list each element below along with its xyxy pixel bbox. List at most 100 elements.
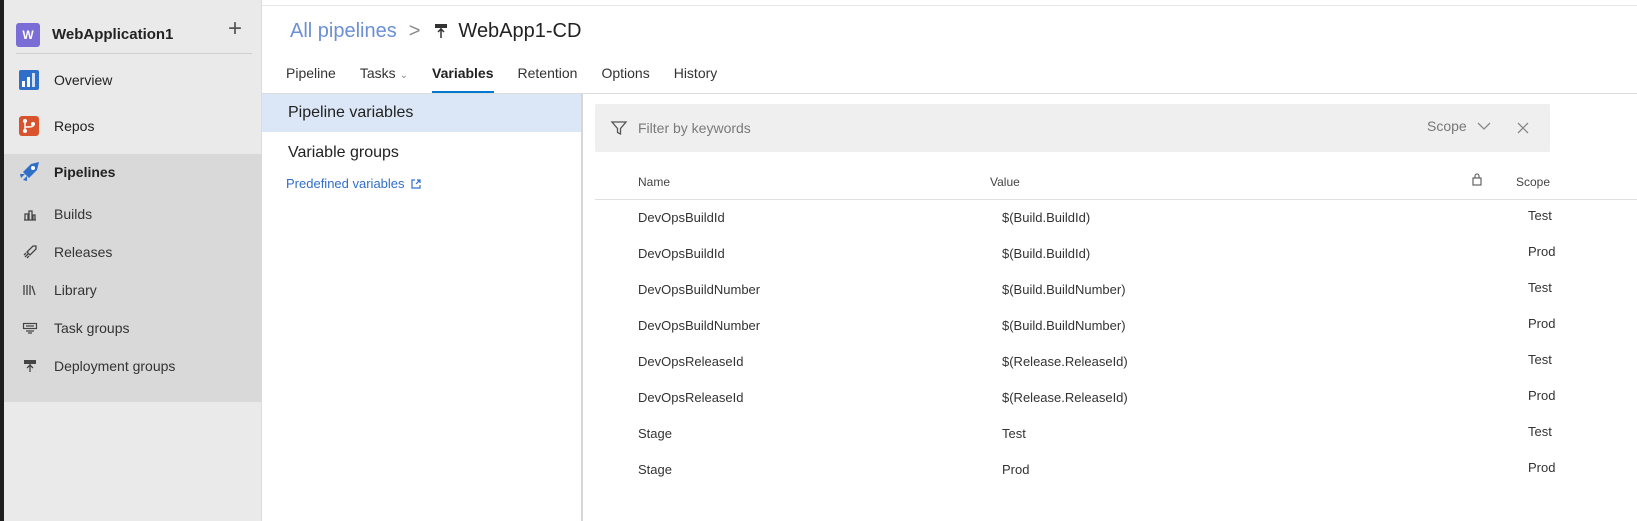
scope-dropdown-label: Scope [1427,118,1467,134]
variable-value[interactable]: $(Build.BuildNumber) [1002,318,1126,333]
tab-label: Variables [432,65,494,81]
variable-value[interactable]: Prod [1002,462,1029,477]
sidebar-item-label: Pipelines [54,164,116,180]
variable-name[interactable]: Stage [638,462,672,477]
variable-groups-item[interactable]: Variable groups [262,134,581,172]
variable-value[interactable]: $(Build.BuildNumber) [1002,282,1126,297]
external-link-icon [410,178,421,189]
variable-scope[interactable]: Prod [1528,316,1555,331]
project-header[interactable]: W WebApplication1 + [16,16,252,54]
sidebar-item-builds[interactable]: Builds [4,196,262,232]
sidebar-item-releases[interactable]: Releases [4,234,262,270]
predefined-variables-link[interactable]: Predefined variables [286,176,421,191]
column-header-value[interactable]: Value [990,175,1020,189]
task-groups-icon [20,318,40,338]
tab-tasks[interactable]: Tasks ⌄ [360,60,408,94]
sidebar-item-repos[interactable]: Repos [4,104,262,148]
chevron-down-icon [1477,122,1491,130]
table-row[interactable]: DevOpsBuildNumber $(Build.BuildNumber) P… [595,308,1637,344]
column-header-scope[interactable]: Scope [1516,175,1550,189]
tab-label: Retention [517,65,578,81]
table-row[interactable]: Stage Test Test [595,416,1637,452]
sidebar: W WebApplication1 + Overview Repos Pipel… [4,0,262,521]
sidebar-item-label: Task groups [54,320,130,336]
filter-keywords-input[interactable] [638,115,1398,141]
variables-nav-panel: Pipeline variables Variable groups Prede… [262,94,583,521]
tab-retention[interactable]: Retention [518,60,578,94]
sidebar-item-task-groups[interactable]: Task groups [4,310,262,346]
deployment-groups-icon [20,356,40,376]
filter-icon [610,119,628,137]
plus-icon[interactable]: + [224,17,246,41]
pipelines-group: Pipelines Builds Releases Library Task g… [4,154,262,402]
variable-value[interactable]: $(Release.ReleaseId) [1002,390,1128,405]
project-name[interactable]: WebApplication1 [52,26,173,43]
variable-scope[interactable]: Test [1528,352,1552,367]
variable-value[interactable]: $(Release.ReleaseId) [1002,354,1128,369]
breadcrumb: All pipelines > WebApp1-CD [290,16,581,46]
variable-scope[interactable]: Test [1528,280,1552,295]
table-row[interactable]: DevOpsBuildId $(Build.BuildId) Test [595,200,1637,236]
builds-icon [20,204,40,224]
sidebar-item-label: Overview [54,72,113,88]
variable-name[interactable]: DevOpsBuildId [638,210,725,225]
sidebar-item-pipelines[interactable]: Pipelines [4,150,262,194]
tab-label: History [673,65,718,81]
tab-label: Pipeline [286,65,336,81]
column-header-name[interactable]: Name [638,175,670,189]
tab-bar: Pipeline Tasks ⌄ Variables Retention Opti… [286,60,741,94]
library-icon [20,280,40,300]
close-icon[interactable] [1514,119,1532,137]
variable-value[interactable]: Test [1002,426,1026,441]
sidebar-item-label: Repos [54,118,95,134]
variable-scope[interactable]: Prod [1528,460,1555,475]
sidebar-item-label: Library [54,282,97,298]
pipeline-variables-item[interactable]: Pipeline variables [262,94,581,132]
variable-name[interactable]: DevOpsReleaseId [638,354,744,369]
variable-name[interactable]: DevOpsBuildNumber [638,282,760,297]
project-avatar: W [16,22,40,47]
sidebar-item-overview[interactable]: Overview [4,58,262,102]
breadcrumb-all-pipelines[interactable]: All pipelines [290,20,397,43]
variable-name[interactable]: DevOpsReleaseId [638,390,744,405]
sidebar-item-library[interactable]: Library [4,272,262,308]
chevron-down-icon: ⌄ [399,70,409,81]
pipelines-icon [16,159,42,185]
release-pipeline-icon [432,22,450,40]
tab-variables[interactable]: Variables [432,60,494,94]
scope-dropdown[interactable]: Scope [1427,118,1491,134]
variable-value[interactable]: $(Build.BuildId) [1002,210,1090,225]
breadcrumb-separator: > [408,19,421,42]
table-row[interactable]: DevOpsReleaseId $(Release.ReleaseId) Pro… [595,380,1637,416]
table-row[interactable]: DevOpsReleaseId $(Release.ReleaseId) Tes… [595,344,1637,380]
page-title: WebApp1-CD [458,19,582,42]
variable-value[interactable]: $(Build.BuildId) [1002,246,1090,261]
variable-name[interactable]: DevOpsBuildNumber [638,318,760,333]
releases-icon [20,242,40,262]
tab-label: Tasks [359,65,396,81]
lock-icon [1471,172,1483,189]
variable-scope[interactable]: Prod [1528,244,1555,259]
sidebar-item-label: Releases [54,244,113,260]
top-divider [262,5,1637,6]
sidebar-item-deployment-groups[interactable]: Deployment groups [4,348,262,384]
predefined-variables-label: Predefined variables [286,176,405,191]
tab-label: Options [601,65,650,81]
variable-name[interactable]: DevOpsBuildId [638,246,725,261]
app-root: W WebApplication1 + Overview Repos Pipel… [0,0,1637,521]
variable-scope[interactable]: Prod [1528,388,1555,403]
tab-history[interactable]: History [674,60,718,94]
table-row[interactable]: Stage Prod Prod [595,452,1637,488]
sidebar-item-label: Builds [54,206,93,222]
tab-options[interactable]: Options [601,60,649,94]
overview-icon [16,67,42,93]
variable-scope[interactable]: Test [1528,424,1552,439]
tab-pipeline[interactable]: Pipeline [286,60,336,94]
variable-name[interactable]: Stage [638,426,672,441]
variables-table-header: Name Value Scope [595,166,1637,200]
table-row[interactable]: DevOpsBuildId $(Build.BuildId) Prod [595,236,1637,272]
sidebar-item-label: Deployment groups [54,358,176,374]
variable-scope[interactable]: Test [1528,208,1552,223]
repos-icon [16,113,42,139]
table-row[interactable]: DevOpsBuildNumber $(Build.BuildNumber) T… [595,272,1637,308]
